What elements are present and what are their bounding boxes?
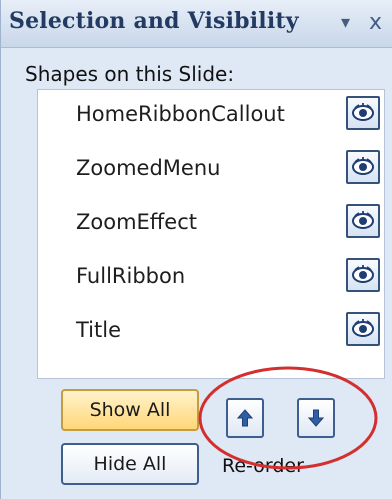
visibility-toggle[interactable]	[346, 150, 380, 184]
reorder-label: Re-order	[222, 455, 304, 477]
eye-icon	[352, 265, 374, 283]
arrow-down-icon	[308, 409, 324, 427]
shape-row[interactable]: Title	[38, 306, 384, 360]
shape-label[interactable]: FullRibbon	[76, 264, 185, 288]
close-icon[interactable]: x	[369, 10, 382, 35]
pane-options-dropdown[interactable]: ▾	[341, 12, 350, 33]
eye-icon	[352, 157, 374, 175]
shape-row[interactable]: FullRibbon	[38, 252, 384, 306]
visibility-toggle[interactable]	[346, 312, 380, 346]
shape-row[interactable]: ZoomedMenu	[38, 144, 384, 198]
eye-icon	[352, 211, 374, 229]
move-down-button[interactable]	[297, 398, 335, 438]
arrow-up-icon	[237, 409, 253, 427]
visibility-toggle[interactable]	[346, 258, 380, 292]
shape-label[interactable]: Title	[76, 318, 121, 342]
shape-label[interactable]: HomeRibbonCallout	[76, 102, 285, 126]
visibility-toggle[interactable]	[346, 96, 380, 130]
shapes-list: HomeRibbonCallout ZoomedMenu ZoomEffect …	[37, 89, 385, 379]
show-all-button[interactable]: Show All	[61, 389, 199, 431]
eye-icon	[352, 319, 374, 337]
selection-pane: Selection and Visibility ▾ x Shapes on t…	[0, 0, 392, 499]
shape-label[interactable]: ZoomedMenu	[76, 156, 220, 180]
visibility-toggle[interactable]	[346, 204, 380, 238]
shape-label[interactable]: ZoomEffect	[76, 210, 197, 234]
eye-icon	[352, 103, 374, 121]
hide-all-button[interactable]: Hide All	[61, 443, 199, 485]
pane-title: Selection and Visibility	[9, 8, 299, 34]
shape-row[interactable]: HomeRibbonCallout	[38, 90, 384, 144]
shapes-heading: Shapes on this Slide:	[25, 62, 235, 86]
pane-titlebar: Selection and Visibility ▾ x	[1, 0, 392, 48]
shape-row[interactable]: ZoomEffect	[38, 198, 384, 252]
move-up-button[interactable]	[226, 398, 264, 438]
